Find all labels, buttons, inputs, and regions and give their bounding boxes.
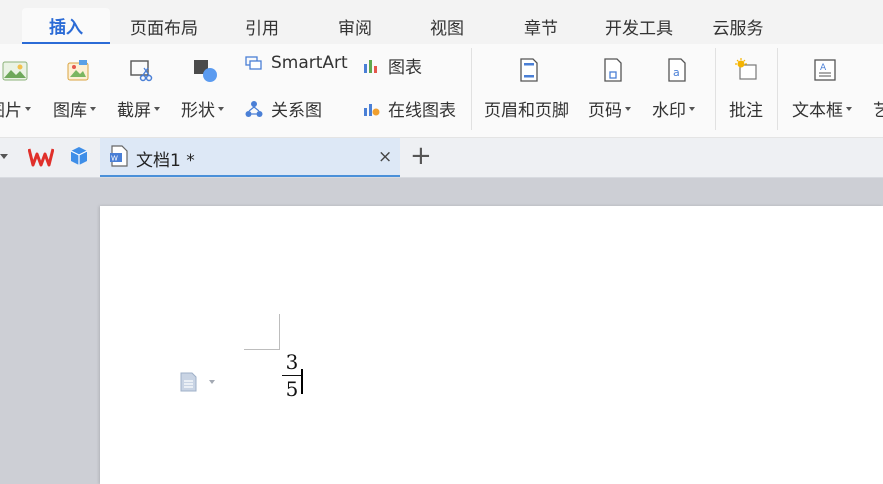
header-footer-icon (520, 58, 538, 82)
gallery-label: 图库 (53, 101, 87, 121)
tab-cloud-services[interactable]: 云服务 (702, 8, 774, 44)
shapes-button[interactable]: 形状 (181, 96, 224, 121)
screenshot-button[interactable]: 截屏 (117, 96, 160, 121)
chevron-down-icon (218, 107, 224, 111)
fraction-equation[interactable]: 3 5 (282, 351, 302, 400)
shapes-icon (194, 60, 217, 82)
svg-text:a: a (673, 66, 680, 79)
fraction-denominator: 5 (285, 377, 299, 401)
screenshot-label: 截屏 (117, 101, 151, 121)
paste-options-icon (180, 372, 215, 392)
watermark-icon: a (668, 58, 686, 82)
smartart-label: SmartArt (271, 53, 348, 73)
chevron-down-icon (625, 107, 631, 111)
art-text-label: 艺 (873, 101, 883, 121)
close-icon[interactable]: × (378, 147, 392, 167)
margin-corner-marker (244, 314, 280, 350)
comment-button[interactable]: 批注 (729, 96, 763, 121)
gallery-button[interactable]: 图库 (53, 96, 96, 121)
text-box-icon: A (814, 59, 836, 81)
document-tab-title: 文档1 * (136, 151, 195, 171)
online-chart-label: 在线图表 (388, 101, 456, 121)
text-cursor (301, 369, 303, 394)
online-chart-button[interactable]: 在线图表 (362, 96, 456, 121)
picture-label: 图片 (0, 101, 22, 121)
cloud-box-icon[interactable] (70, 146, 88, 166)
smartart-icon (245, 56, 262, 70)
chevron-down-icon[interactable] (0, 154, 8, 159)
svg-text:W: W (111, 155, 118, 163)
relation-chart-icon (245, 100, 263, 117)
comment-label: 批注 (729, 101, 763, 121)
ribbon-separator (715, 48, 716, 130)
ribbon-insert-panel: 图片 图库 截屏 形状 SmartArt 关系图 (0, 44, 883, 138)
picture-icon (2, 61, 28, 81)
art-text-button[interactable]: 艺 (873, 96, 883, 121)
online-chart-icon (364, 103, 380, 116)
relation-chart-label: 关系图 (271, 101, 322, 121)
tab-insert[interactable]: 插入 (22, 8, 110, 44)
paste-options-button[interactable] (180, 372, 220, 396)
chevron-down-icon (846, 107, 852, 111)
tab-sections[interactable]: 章节 (506, 8, 576, 44)
tab-page-layout[interactable]: 页面布局 (118, 8, 210, 44)
chevron-down-icon (154, 107, 160, 111)
document-tab[interactable]: W 文档1 * × (100, 138, 400, 177)
document-icon: W (110, 145, 128, 167)
chevron-down-icon (689, 107, 695, 111)
svg-text:A: A (820, 63, 827, 73)
page-number-button[interactable]: 页码 (588, 96, 631, 121)
watermark-button[interactable]: 水印 (652, 96, 695, 121)
chevron-down-icon (90, 107, 96, 111)
ribbon-tab-bar: 插入 页面布局 引用 审阅 视图 章节 开发工具 云服务 (0, 0, 883, 44)
smartart-button[interactable]: SmartArt (245, 53, 348, 73)
new-tab-button[interactable]: + (410, 143, 432, 169)
chevron-down-icon (25, 107, 31, 111)
header-footer-label: 页眉和页脚 (484, 101, 569, 121)
gallery-icon (67, 60, 89, 81)
tab-references[interactable]: 引用 (228, 8, 296, 44)
text-box-label: 文本框 (792, 101, 843, 121)
chart-label: 图表 (388, 58, 422, 78)
relation-chart-button[interactable]: 关系图 (245, 96, 322, 121)
page-number-label: 页码 (588, 101, 622, 121)
ribbon-separator (777, 48, 778, 130)
chart-button[interactable]: 图表 (362, 53, 422, 78)
tab-view[interactable]: 视图 (412, 8, 482, 44)
tab-dev-tools[interactable]: 开发工具 (596, 8, 682, 44)
comment-icon (735, 58, 757, 80)
tab-review[interactable]: 审阅 (320, 8, 390, 44)
fraction-numerator: 3 (285, 350, 299, 374)
page-number-icon (604, 58, 622, 82)
text-box-button[interactable]: 文本框 (792, 96, 852, 121)
ribbon-separator (471, 48, 472, 130)
wps-logo-icon[interactable] (28, 147, 54, 167)
screenshot-icon (130, 60, 153, 82)
document-tab-strip: W 文档1 * × + (0, 138, 883, 178)
document-page[interactable]: 3 5 (100, 206, 883, 484)
chart-icon (364, 59, 377, 73)
document-workspace: 3 5 (0, 178, 883, 484)
watermark-label: 水印 (652, 101, 686, 121)
shapes-label: 形状 (181, 101, 215, 121)
picture-button[interactable]: 图片 (0, 96, 31, 121)
header-footer-button[interactable]: 页眉和页脚 (484, 96, 569, 121)
fraction-bar (282, 375, 302, 376)
